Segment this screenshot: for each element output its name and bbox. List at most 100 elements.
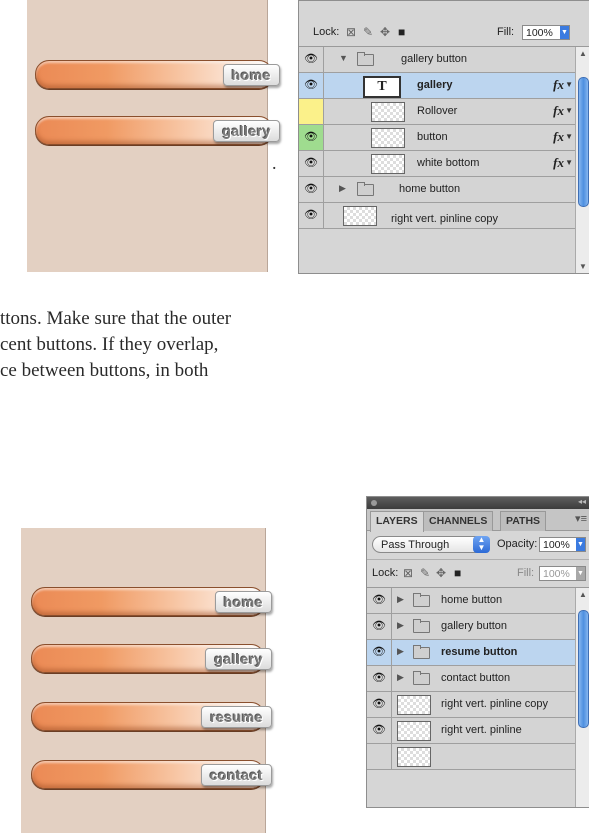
eye-icon[interactable]: 👁 [299, 151, 324, 176]
triangle-right-icon[interactable]: ▶ [397, 672, 404, 683]
layers-list: 👁 ▼ gallery button 👁 T gallery fx ▼ Roll… [299, 47, 589, 229]
layer-row-rollover[interactable]: Rollover fx ▼ [299, 99, 589, 125]
tab-layers[interactable]: LAYERS [370, 511, 424, 532]
scroll-down-arrow-icon[interactable]: ▼ [579, 262, 587, 271]
layer-row-right-vert-pinline-copy[interactable]: 👁 right vert. pinline copy [367, 692, 589, 718]
layer-name: home button [399, 183, 461, 195]
chevron-down-icon[interactable]: ▼ [565, 106, 573, 115]
padlock-icon[interactable]: ■ [454, 566, 461, 580]
chevron-down-icon[interactable]: ▼ [560, 26, 569, 39]
layer-row-right-vert-pinline-copy[interactable]: 👁 right vert. pinline copy [299, 203, 589, 229]
chevron-down-icon[interactable]: ▼ [565, 80, 573, 89]
layer-row-gallery-button[interactable]: 👁 ▶ gallery button [367, 614, 589, 640]
triangle-right-icon[interactable]: ▶ [339, 183, 346, 194]
triangle-right-icon[interactable]: ▶ [397, 646, 404, 657]
fx-icon[interactable]: fx [553, 77, 564, 93]
scroll-thumb[interactable] [578, 610, 589, 728]
layer-row-white-bottom[interactable]: 👁 white bottom fx ▼ [299, 151, 589, 177]
scroll-up-arrow-icon[interactable]: ▲ [579, 590, 587, 599]
eye-icon[interactable]: 👁 [299, 73, 324, 98]
tab-channels[interactable]: CHANNELS [423, 511, 494, 531]
nav-button-home[interactable]: home [35, 60, 280, 89]
nav-button-gallery[interactable]: gallery [35, 116, 280, 145]
eye-icon[interactable]: 👁 [299, 177, 324, 202]
lock-transparent-pixels-icon[interactable]: ⊠ [346, 25, 356, 39]
fx-icon[interactable]: fx [553, 103, 564, 119]
move-icon[interactable]: ✥ [380, 25, 390, 39]
chevron-down-icon[interactable]: ▼ [576, 538, 585, 551]
eye-icon[interactable]: 👁 [299, 125, 324, 150]
layers-scrollbar[interactable]: ▲ ▼ [575, 47, 589, 273]
padlock-icon[interactable]: ■ [398, 25, 405, 39]
layer-row-gallery-button[interactable]: 👁 ▼ gallery button [299, 47, 589, 73]
top-button-preview: home gallery [27, 0, 280, 272]
nav-button-resume[interactable]: resume [31, 702, 272, 731]
eye-icon[interactable]: 👁 [367, 588, 392, 613]
triangle-right-icon[interactable]: ▶ [397, 594, 404, 605]
lock-label: Lock: [313, 26, 340, 38]
layer-row-contact-button[interactable]: 👁 ▶ contact button [367, 666, 589, 692]
collapse-icon[interactable]: ◂◂ [578, 497, 586, 506]
layer-thumb [371, 154, 405, 174]
eye-icon[interactable]: 👁 [299, 203, 324, 228]
layers-scrollbar[interactable]: ▲ [575, 588, 589, 807]
fx-icon[interactable]: fx [553, 155, 564, 171]
bottom-button-preview: home gallery resume contact [21, 528, 272, 833]
eye-icon[interactable]: 👁 [367, 640, 392, 665]
fill-label: Fill: [517, 567, 535, 579]
stepper-arrows-icon[interactable]: ▲ ▼ [473, 536, 490, 553]
blend-row: Pass Through ▲ ▼ Opacity: 100% ▼ [367, 531, 589, 560]
fill-value: 100% [526, 27, 553, 39]
scroll-up-arrow-icon[interactable]: ▲ [579, 49, 587, 58]
eye-icon[interactable]: 👁 [367, 718, 392, 743]
opacity-field[interactable]: 100% ▼ [539, 537, 586, 552]
stray-period: . [272, 153, 277, 173]
layer-row-button[interactable]: 👁 button fx ▼ [299, 125, 589, 151]
nav-button-label: gallery [214, 651, 263, 667]
layer-row-gallery-text[interactable]: 👁 T gallery fx ▼ [299, 73, 589, 99]
eye-icon[interactable]: 👁 [367, 692, 392, 717]
layer-name: right vert. pinline copy [391, 213, 498, 225]
body-paragraph: ttons. Make sure that the outer cent but… [0, 306, 460, 384]
lock-row: Lock: ⊠ ✎ ✥ ■ Fill: 100% ▼ [367, 560, 589, 588]
folder-icon [413, 593, 430, 607]
chevron-down-icon[interactable]: ▼ [565, 132, 573, 141]
lock-label: Lock: [372, 567, 399, 579]
brush-icon[interactable]: ✎ [420, 566, 430, 580]
eye-icon[interactable]: 👁 [367, 666, 392, 691]
paragraph-line: ce between buttons, in both [0, 360, 209, 381]
eye-icon[interactable]: 👁 [367, 614, 392, 639]
eye-icon[interactable]: 👁 [299, 47, 324, 72]
scroll-thumb[interactable] [578, 77, 589, 207]
nav-button-gallery[interactable]: gallery [31, 644, 272, 673]
layer-name: resume button [441, 646, 518, 658]
blend-mode-select[interactable]: Pass Through ▲ ▼ [372, 536, 490, 553]
nav-button-tab: home [222, 64, 280, 86]
layer-row-home-button[interactable]: 👁 ▶ home button [367, 588, 589, 614]
fill-value: 100% [543, 568, 570, 580]
close-icon[interactable] [371, 500, 377, 506]
nav-button-contact[interactable]: contact [31, 760, 272, 789]
tab-paths[interactable]: PATHS [500, 511, 547, 531]
layer-name: gallery button [441, 620, 508, 632]
fill-field[interactable]: 100% ▼ [522, 25, 570, 40]
nav-button-home[interactable]: home [31, 587, 272, 616]
layer-row-resume-button[interactable]: 👁 ▶ resume button [367, 640, 589, 666]
blend-mode-value: Pass Through [381, 539, 450, 551]
layer-row-home-button[interactable]: 👁 ▶ home button [299, 177, 589, 203]
fx-icon[interactable]: fx [553, 129, 564, 145]
layer-row-right-vert-pinline[interactable]: 👁 right vert. pinline [367, 718, 589, 744]
layer-name: button [417, 131, 448, 143]
triangle-right-icon[interactable]: ▶ [397, 620, 404, 631]
eye-hidden-slot[interactable] [299, 99, 324, 124]
chevron-down-icon[interactable]: ▼ [565, 158, 573, 167]
panel-menu-icon[interactable]: ▾≡ [575, 512, 587, 525]
triangle-down-icon[interactable]: ▼ [339, 53, 348, 63]
opacity-value: 100% [543, 539, 570, 551]
nav-button-tab: contact [200, 764, 272, 786]
brush-icon[interactable]: ✎ [363, 25, 373, 39]
lock-transparent-pixels-icon[interactable]: ⊠ [403, 566, 413, 580]
eye-icon[interactable] [367, 744, 392, 769]
layer-row-partial[interactable] [367, 744, 589, 770]
move-icon[interactable]: ✥ [436, 566, 446, 580]
